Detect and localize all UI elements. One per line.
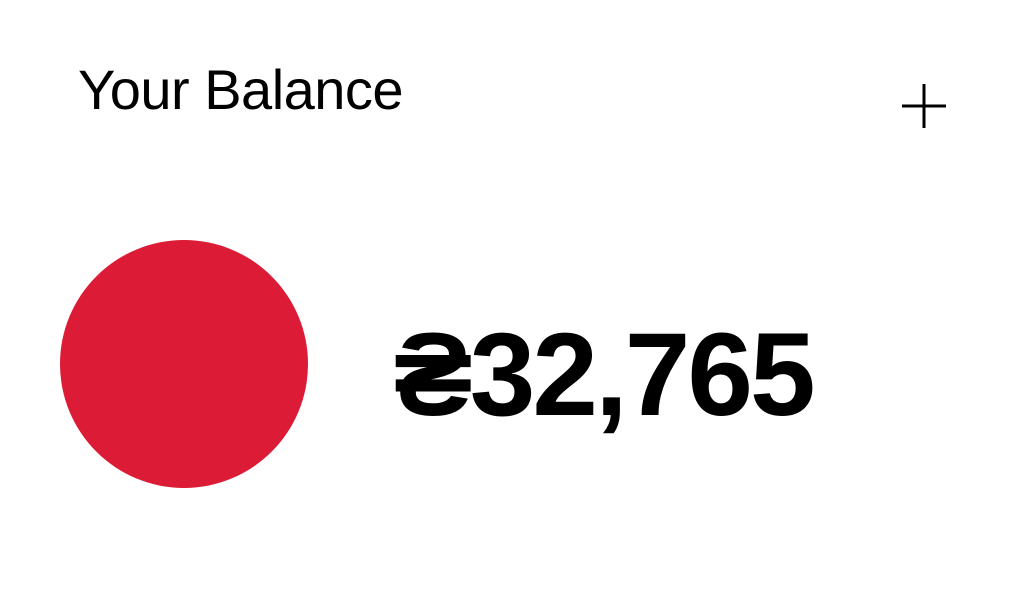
balance-card: Your Balance ₴32,765 bbox=[0, 0, 1024, 594]
token-logo bbox=[60, 240, 308, 488]
balance-amount: ₴32,765 bbox=[394, 309, 816, 441]
add-button[interactable] bbox=[896, 78, 952, 134]
plus-icon bbox=[902, 84, 946, 128]
page-title: Your Balance bbox=[78, 58, 404, 121]
